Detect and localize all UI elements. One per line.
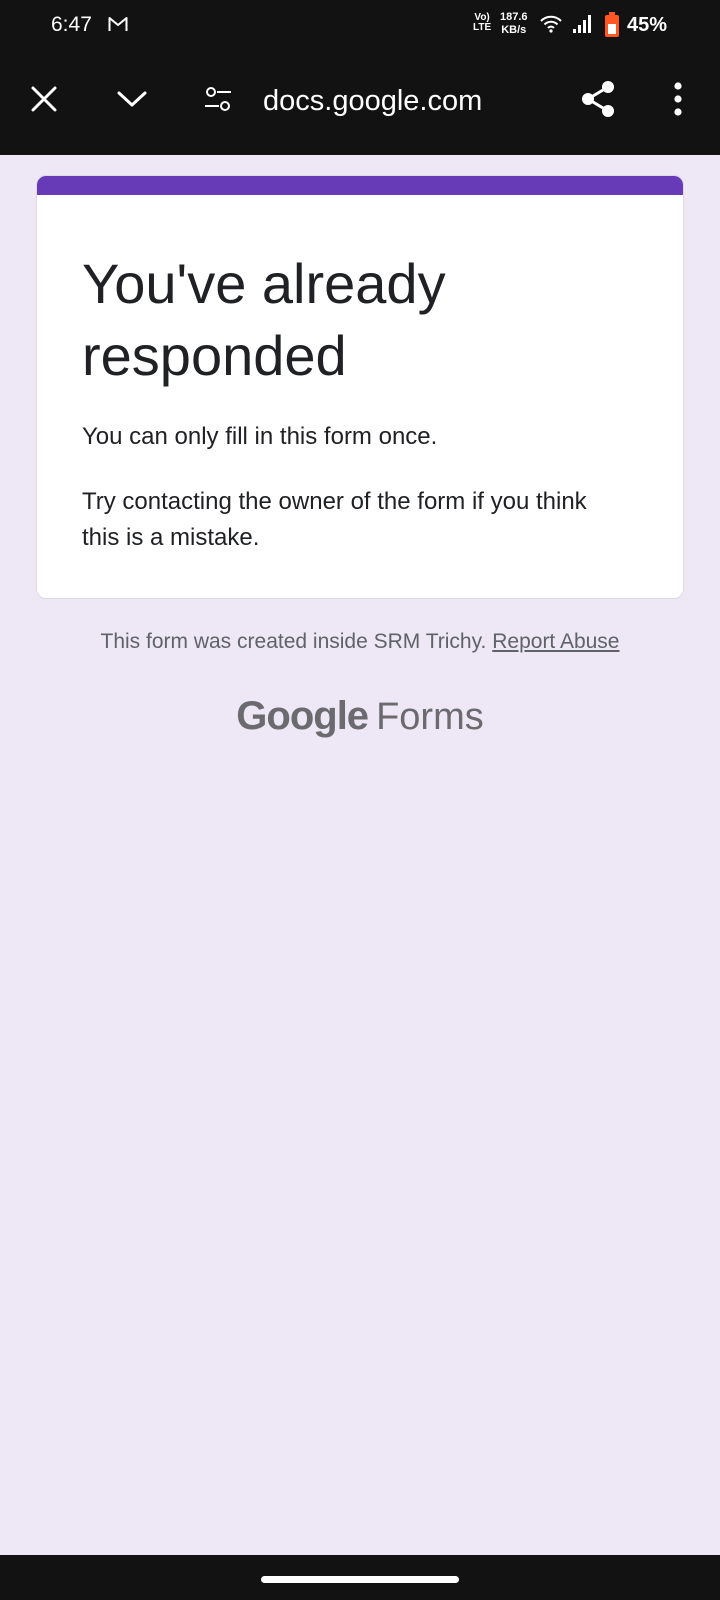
google-forms-logo: Google Forms: [0, 694, 720, 739]
footer-created-text: This form was created inside SRM Trichy.: [100, 630, 487, 653]
card-accent-bar: [37, 176, 683, 195]
network-type: Vo) LTE: [473, 13, 491, 33]
browser-toolbar: docs.google.com: [0, 52, 720, 155]
system-navigation-bar: [0, 1555, 720, 1600]
site-settings-icon: [203, 86, 233, 116]
close-icon: [30, 85, 58, 118]
url-bar[interactable]: docs.google.com: [263, 85, 482, 118]
card-title: You've already responded: [82, 252, 446, 387]
card-message-once: You can only fill in this form once.: [82, 423, 438, 450]
status-time: 6:47: [51, 13, 92, 36]
site-settings-button[interactable]: [198, 81, 238, 121]
footer-notice: This form was created inside SRM Trichy.…: [0, 630, 720, 654]
chevron-down-icon: [116, 89, 148, 114]
network-speed-unit: KB/s: [501, 24, 527, 36]
battery-icon: [604, 12, 620, 43]
close-button[interactable]: [22, 79, 66, 123]
network-speed-value: 187.6: [500, 11, 528, 23]
card-message-contact: Try contacting the owner of the form if …: [82, 488, 587, 551]
more-vert-icon: [673, 81, 683, 121]
browser-chrome: 6:47 Vo) LTE 187.6 KB/s 45% docs.google.…: [0, 0, 720, 155]
share-button[interactable]: [576, 79, 620, 123]
share-icon: [580, 80, 616, 123]
response-card: You've already responded You can only fi…: [36, 175, 684, 599]
more-options-button[interactable]: [660, 79, 696, 123]
battery-percentage: 45%: [627, 14, 668, 36]
brand-google-text: Google: [236, 694, 369, 738]
report-abuse-link[interactable]: Report Abuse: [492, 630, 619, 653]
network-lte-label: LTE: [473, 22, 492, 33]
brand-forms-text: Forms: [376, 696, 484, 738]
gmail-icon: [108, 16, 128, 37]
signal-icon: [572, 14, 594, 39]
wifi-icon: [539, 14, 563, 39]
status-bar: 6:47 Vo) LTE 187.6 KB/s 45%: [0, 0, 720, 52]
network-speed: 187.6 KB/s: [500, 11, 528, 37]
minimize-button[interactable]: [110, 79, 154, 123]
home-gesture-handle[interactable]: [261, 1576, 459, 1583]
